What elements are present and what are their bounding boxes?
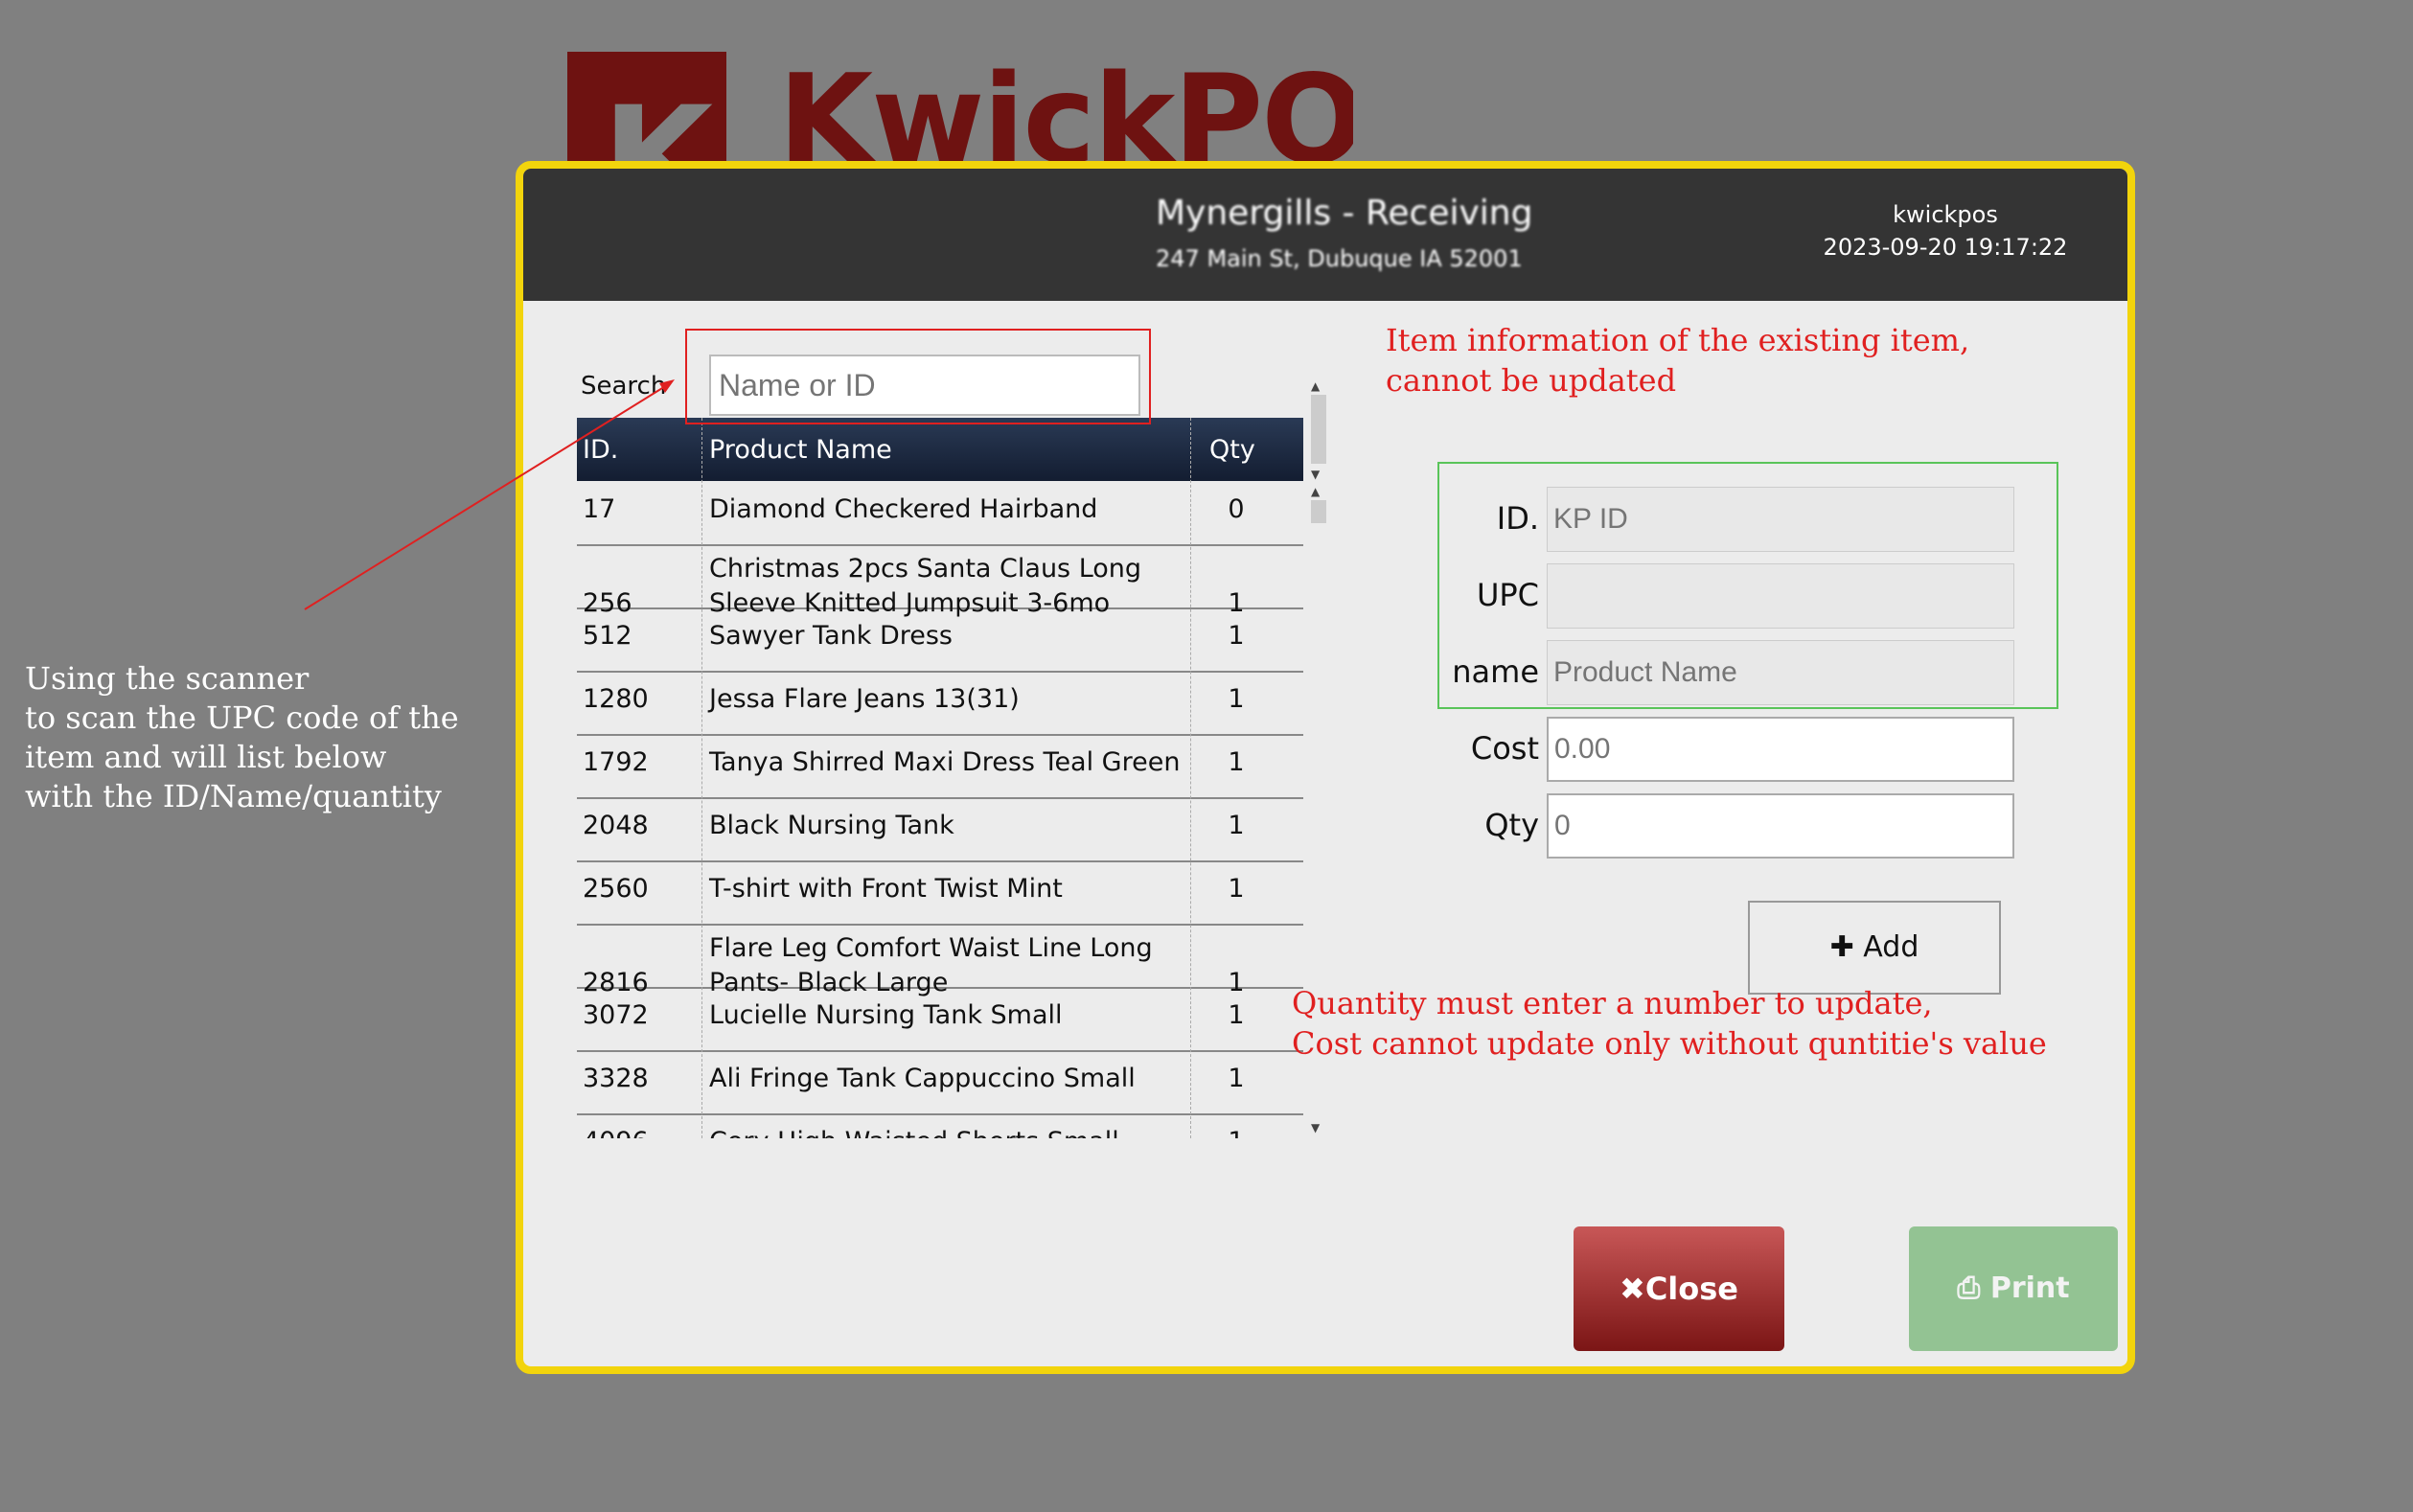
item-info-note: Item information of the existing item, c…: [1386, 322, 1970, 399]
scanner-note: Using the scanner to scan the UPC code o…: [25, 660, 459, 814]
quantity-note: Quantity must enter a number to update, …: [1292, 985, 2047, 1062]
